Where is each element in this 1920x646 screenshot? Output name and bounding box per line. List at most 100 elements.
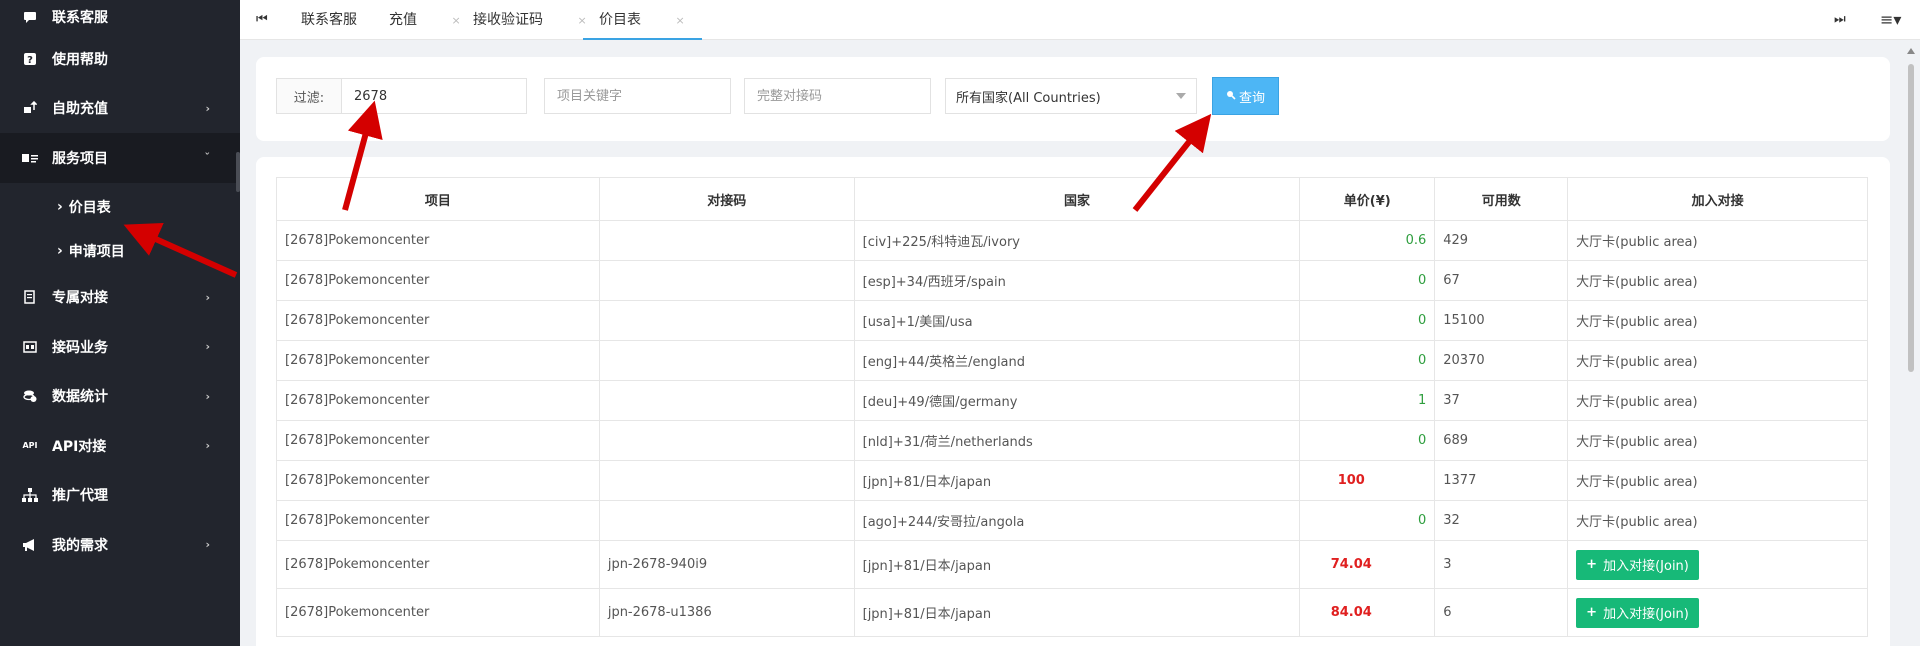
table-row: [2678]Pokemoncenter jpn-2678-940i9 [jpn]… [276,540,1868,589]
sidebar-subitem-label: 价目表 [68,199,111,216]
tab-scroll-left-icon[interactable]: ⏮ [256,0,268,40]
plus-icon: + [1586,557,1598,572]
sidebar-subitem-label: 申请项目 [68,243,125,260]
join-cell: 大厅卡(public area) [1567,460,1868,501]
chevron-right-icon: › [205,340,210,354]
query-button[interactable]: 查询 [1212,77,1279,115]
country-cell: [deu]+49/德国/germany [853,380,1301,421]
chevron-down-icon: ˇ [204,151,211,165]
close-icon[interactable]: × [451,14,460,27]
country-select[interactable]: 所有国家(All Countries) [945,78,1197,114]
table-row: [2678]Pokemoncenter [deu]+49/德国/germany … [276,380,1868,421]
column-header-join: 加入对接 [1567,177,1868,221]
available-cell: 1377 [1434,460,1569,501]
filter-input[interactable] [342,79,526,113]
sidebar-subitem-apply-project[interactable]: › 申请项目 [0,229,240,273]
join-button-label: 加入对接(Join) [1603,559,1689,574]
table-card: 项目 对接码 国家 单价(¥) 可用数 加入对接 [2678]Pokemonce… [256,157,1890,646]
code-cell [598,420,855,461]
tab-menu-icon[interactable]: ≡▾ [1880,0,1901,40]
join-button[interactable]: + 加入对接(Join) [1576,549,1699,580]
project-cell: [2678]Pokemoncenter [276,220,600,261]
country-cell: [nld]+31/荷兰/netherlands [853,420,1301,461]
join-cell: 大厅卡(public area) [1567,220,1868,261]
filter-group: 过滤: [276,78,527,114]
project-cell: [2678]Pokemoncenter [276,588,600,637]
sidebar-item-label: 联系客服 [52,10,108,26]
sidebar-item-code-business[interactable]: 接码业务 › [0,322,240,372]
country-cell: [esp]+34/西班牙/spain [853,260,1301,301]
available-cell: 37 [1434,380,1569,421]
project-cell: [2678]Pokemoncenter [276,460,600,501]
project-cell: [2678]Pokemoncenter [276,340,600,381]
price-cell: 0 [1299,420,1436,461]
price-cell: 74.04 [1299,540,1436,589]
sidebar-item-promotion[interactable]: 推广代理 [0,471,240,521]
country-cell: [ago]+244/安哥拉/angola [853,500,1301,541]
column-header-project: 项目 [276,177,600,221]
tab-contact[interactable]: 联系客服 [301,0,357,40]
sidebar-item-recharge[interactable]: 自助充值 › [0,84,240,134]
keyword-input[interactable] [545,79,730,113]
price-cell: 0 [1299,340,1436,381]
column-header-available: 可用数 [1434,177,1569,221]
chevron-right-icon: › [205,538,210,552]
sidebar-item-requirements[interactable]: 我的需求 › [0,520,240,570]
tab-receive-code[interactable]: 接收验证码 × [473,0,587,40]
table-row: [2678]Pokemoncenter jpn-2678-u1386 [jpn]… [276,588,1868,637]
price-cell: 0.6 [1299,220,1436,261]
table-row: [2678]Pokemoncenter [ago]+244/安哥拉/angola… [276,500,1868,541]
sidebar-item-contact[interactable]: 联系客服 [0,0,240,34]
sidebar-item-label: 接码业务 [52,339,108,356]
close-icon[interactable]: × [675,14,684,27]
available-cell: 429 [1434,220,1569,261]
scrollbar-thumb[interactable] [1908,64,1914,372]
join-button[interactable]: + 加入对接(Join) [1576,597,1699,628]
sidebar-item-help[interactable]: ? 使用帮助 [0,34,240,84]
tab-recharge[interactable]: 充值 × [389,0,461,40]
tab-label: 充值 [389,12,417,28]
sidebar-item-statistics[interactable]: 数据统计 › [0,372,240,422]
column-header-code: 对接码 [598,177,855,221]
tab-label: 价目表 [599,12,641,28]
tab-scroll-right-icon[interactable]: ⏭ [1834,0,1846,40]
keyword-field[interactable] [544,78,731,114]
query-button-label: 查询 [1238,90,1265,106]
tab-label: 联系客服 [301,12,357,28]
country-select-value: 所有国家(All Countries) [956,90,1101,106]
code-field[interactable] [744,78,931,114]
sidebar-item-label: 使用帮助 [52,51,108,68]
code-cell: jpn-2678-u1386 [598,588,855,637]
available-cell: 32 [1434,500,1569,541]
chevron-right-icon: › [205,389,210,403]
sidebar-item-api[interactable]: API API对接 › [0,421,240,471]
filter-label: 过滤: [277,79,342,113]
join-cell: 大厅卡(public area) [1567,260,1868,301]
sidebar-item-services[interactable]: 服务项目 ˇ [0,133,240,183]
project-cell: [2678]Pokemoncenter [276,380,600,421]
price-cell: 84.04 [1299,588,1436,637]
sidebar-item-label: 专属对接 [52,290,108,307]
code-input[interactable] [745,79,930,113]
code-icon [22,339,38,355]
tab-price-list[interactable]: 价目表 × [583,0,702,40]
sidebar-scrollbar[interactable] [236,152,240,192]
scroll-up-icon[interactable] [1907,48,1915,54]
chevron-right-icon: › [57,198,63,215]
page-scrollbar[interactable] [1906,46,1916,646]
country-cell: [usa]+1/美国/usa [853,300,1301,341]
price-table: 项目 对接码 国家 单价(¥) 可用数 加入对接 [2678]Pokemonce… [276,177,1868,637]
megaphone-icon [22,537,38,553]
sidebar-item-exclusive[interactable]: 专属对接 › [0,273,240,323]
sidebar-item-label: 自助充值 [52,101,108,118]
service-card-icon [22,150,38,166]
table-row: [2678]Pokemoncenter [esp]+34/西班牙/spain 0… [276,260,1868,301]
code-cell [598,380,855,421]
price-cell: 0 [1299,300,1436,341]
country-cell: [jpn]+81/日本/japan [853,540,1301,589]
join-cell: 大厅卡(public area) [1567,500,1868,541]
chevron-right-icon: › [205,101,210,115]
api-icon: API [22,441,38,451]
sidebar-subitem-price-list[interactable]: › 价目表 [0,185,240,229]
question-icon: ? [22,51,38,67]
